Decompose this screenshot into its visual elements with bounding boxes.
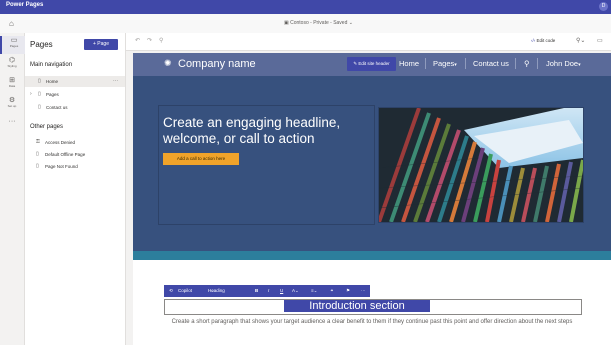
more-icon[interactable]: ··· — [0, 118, 24, 128]
menu-divider — [425, 58, 426, 69]
nav-item-home[interactable]: ▯ Home ··· — [25, 76, 125, 87]
style-icon[interactable]: ⚑ — [346, 285, 350, 297]
hero-image[interactable] — [378, 107, 584, 223]
app-title: Power Pages — [6, 2, 44, 8]
intro-heading[interactable]: Introduction section — [284, 300, 430, 312]
zoom-icon[interactable]: ⚲⌄ — [576, 37, 585, 44]
chevron-down-icon: ⌄ — [347, 20, 353, 26]
edit-code-button[interactable]: ‹/› Edit code — [531, 38, 555, 43]
page-icon: ▯ — [36, 151, 39, 157]
undo-icon[interactable]: ↶ — [135, 37, 140, 44]
page-icon: ▯ — [38, 104, 41, 110]
add-page-button[interactable]: + Page — [84, 39, 118, 50]
caret-down-icon: ▾ — [454, 62, 457, 68]
nav-item-default-offline-page[interactable]: ▯ Default Offline Page — [25, 149, 125, 160]
other-pages-heading: Other pages — [30, 124, 64, 130]
logo-icon: ✺ — [164, 58, 172, 68]
edit-site-header-button[interactable]: ✎ Edit site header — [347, 57, 396, 71]
device-icon[interactable]: ▭ — [597, 37, 603, 44]
nav-item-contact-us[interactable]: ▯ Contact us — [25, 102, 125, 113]
redo-icon[interactable]: ↷ — [147, 37, 152, 44]
data-icon: ⊞ — [9, 77, 15, 84]
menu-contact-us[interactable]: Contact us — [473, 59, 509, 68]
copilot-button[interactable]: Copilot — [178, 285, 192, 297]
call-to-action-button[interactable]: Add a call to action here — [163, 153, 239, 165]
chevron-down-icon: ⌄ — [208, 288, 215, 293]
menu-home[interactable]: Home — [399, 59, 419, 68]
rail-item-styling[interactable]: ⌬ Styling — [0, 56, 24, 72]
styling-icon: ⌬ — [8, 57, 16, 64]
menu-user[interactable]: John Doe▾ — [546, 59, 581, 68]
site-header[interactable]: ✺ Company name ✎ Edit site header Home P… — [133, 53, 611, 76]
intro-paragraph[interactable]: Create a short paragraph that shows your… — [164, 317, 580, 327]
chevron-right-icon[interactable]: › — [30, 89, 32, 100]
bold-icon[interactable]: B — [255, 285, 258, 297]
main-nav-heading: Main navigation — [30, 62, 73, 68]
more-icon[interactable]: ··· — [361, 285, 366, 297]
setup-icon: ⚙ — [8, 97, 16, 104]
link-icon[interactable]: ⚭ — [330, 285, 334, 297]
page-icon: ▯ — [38, 91, 41, 97]
rail-item-pages[interactable]: ▭ Pages — [0, 36, 26, 54]
rail-item-setup[interactable]: ⚙ Set up — [0, 96, 24, 112]
section-divider — [133, 251, 611, 260]
page-canvas: ✺ Company name ✎ Edit site header Home P… — [133, 53, 611, 345]
pages-panel: Pages + Page Main navigation ▯ Home ··· … — [25, 33, 126, 345]
text-format-toolbar: ⟲ Copilot Heading 2 ⌄ B I U A⌄ ≡⌄ ⚭ ⚑ ··… — [164, 285, 370, 305]
hero-section[interactable]: Create an engaging headline, welcome, or… — [133, 76, 611, 260]
lock-icon: ⚿ — [36, 139, 40, 145]
more-options-icon[interactable]: ··· — [113, 76, 118, 87]
caret-down-icon: ▾ — [578, 62, 581, 68]
nav-item-page-not-found[interactable]: ▯ Page Not Found — [25, 161, 125, 172]
avatar[interactable]: D — [599, 2, 608, 11]
align-icon[interactable]: ≡⌄ — [311, 285, 317, 297]
italic-icon[interactable]: I — [268, 285, 269, 297]
pages-icon: ▭ — [10, 37, 18, 44]
panel-title: Pages — [30, 40, 53, 49]
editor-toolbar: ↶ ↷ ⚲ ‹/› Edit code ⚲⌄ ▭ — [126, 33, 611, 51]
page-icon: ▯ — [36, 163, 39, 169]
search-icon[interactable]: ⚲ — [524, 59, 530, 68]
building-photo — [379, 108, 583, 222]
site-bar: ⌂ ▣ Contoso - Private - Saved ⌄ — [0, 14, 611, 34]
menu-divider — [465, 58, 466, 69]
rail-item-data[interactable]: ⊞ Data — [0, 76, 24, 92]
home-icon[interactable]: ⌂ — [9, 19, 14, 28]
app-title-bar: Power Pages D — [0, 0, 611, 14]
menu-divider — [537, 58, 538, 69]
nav-item-access-denied[interactable]: ⚿ Access Denied — [25, 137, 125, 148]
nav-item-pages[interactable]: › ▯ Pages — [25, 89, 125, 100]
hero-headline[interactable]: Create an engaging headline, welcome, or… — [163, 115, 368, 147]
page-icon: ▯ — [38, 78, 41, 84]
menu-divider — [515, 58, 516, 69]
site-status[interactable]: ▣ Contoso - Private - Saved ⌄ — [284, 20, 353, 26]
underline-icon[interactable]: U — [280, 285, 283, 297]
menu-pages[interactable]: Pages▾ — [433, 59, 457, 68]
company-name: Company name — [178, 58, 256, 70]
link-icon[interactable]: ⚲ — [159, 37, 163, 44]
font-color-icon[interactable]: A⌄ — [292, 285, 299, 297]
copilot-icon: ⟲ — [169, 288, 173, 293]
left-rail: ▭ Pages ⌬ Styling ⊞ Data ⚙ Set up ··· — [0, 33, 26, 345]
